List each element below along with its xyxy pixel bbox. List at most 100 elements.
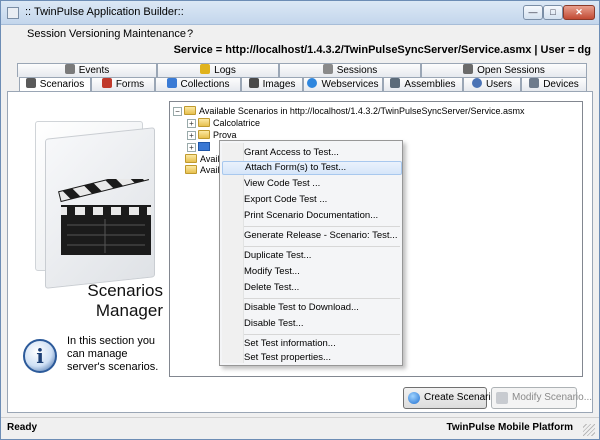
menu-generate-release[interactable]: Generate Release - Scenario: Test... [222,229,402,243]
forms-icon [101,78,112,88]
close-button[interactable]: ✕ [563,5,595,20]
events-icon [64,64,75,74]
folder-icon [184,106,196,115]
tab-label: Scenarios [39,79,85,90]
clapperboard-icon [58,179,151,255]
tab-open-sessions[interactable]: Open Sessions [421,63,587,77]
folder-icon [198,130,210,139]
tree-node-label: Avail [200,154,220,164]
tab-images[interactable]: Images [241,77,303,91]
tree-node-selected[interactable]: + [187,141,210,153]
menu-attach-forms[interactable]: Attach Form(s) to Test... [222,161,402,175]
menu-export-code[interactable]: Export Code Test ... [222,193,402,207]
menu-modify[interactable]: Modify Test... [222,265,402,279]
tab-label: Open Sessions [477,65,545,76]
context-menu: Grant Access to Test... Attach Form(s) t… [219,140,403,366]
tree-node-calcolatrice[interactable]: + Calcolatrice [187,117,260,129]
service-bar: Service = http://localhost/1.4.3.2/TwinP… [1,43,599,59]
menu-disable-download[interactable]: Disable Test to Download... [222,301,402,315]
maximize-button[interactable]: □ [543,5,563,20]
tab-label: Forms [115,79,145,90]
menu-maintenance[interactable]: Maintenance [123,28,186,40]
tree-root[interactable]: − Available Scenarios in http://localhost… [173,105,525,117]
modify-icon [496,392,508,404]
tree-node-label: Prova [213,130,237,140]
folder-icon [185,154,197,163]
devices-icon [529,78,540,88]
tab-scenarios[interactable]: Scenarios [19,77,91,92]
menu-delete[interactable]: Delete Test... [222,281,402,295]
tab-label: Events [78,65,110,76]
tree-node-label: Avail [200,165,220,175]
service-info: Service = http://localhost/1.4.3.2/TwinP… [173,44,591,56]
create-scenario-button[interactable]: Create Scenario... [403,387,505,409]
menu-session[interactable]: Session [27,28,66,40]
menu-view-code[interactable]: View Code Test ... [222,177,402,191]
menu-set-information[interactable]: Set Test information... [222,337,402,351]
resize-grip-icon[interactable] [583,424,595,436]
window-title: :: TwinPulse Application Builder:: [25,6,184,18]
tree-node-available-2[interactable]: Avail [185,164,219,176]
tab-label: Collections [180,79,230,90]
tab-label: Logs [214,65,236,76]
modify-scenario-label: Modify Scenario... [512,392,593,403]
menu-print-documentation[interactable]: Print Scenario Documentation... [222,209,402,223]
tab-label: Assemblies [404,79,456,90]
tab-devices[interactable]: Devices [521,77,587,91]
tab-sessions[interactable]: Sessions [279,63,421,77]
menu-separator [244,334,400,335]
menu-disable[interactable]: Disable Test... [222,317,402,331]
modify-scenario-button[interactable]: Modify Scenario... [491,387,592,409]
info-icon: i [23,339,57,373]
minimize-button[interactable]: — [523,5,543,20]
menu-separator [244,298,400,299]
scenarios-icon [25,78,36,88]
info-description: In this section you can manage server's … [67,335,159,373]
expand-icon[interactable]: + [187,119,196,128]
menu-help[interactable]: ? [187,28,193,40]
open-sessions-icon [463,64,474,74]
tab-forms[interactable]: Forms [91,77,155,91]
webservices-icon [307,78,318,88]
logs-icon [200,64,211,74]
tab-label: Devices [543,79,579,90]
collections-icon [166,78,177,88]
platform-name: TwinPulse Mobile Platform [446,422,574,433]
assemblies-icon [390,78,401,88]
create-icon [408,392,420,404]
menu-grant-access[interactable]: Grant Access to Test... [222,146,402,160]
expand-icon[interactable]: + [187,143,196,152]
tab-users[interactable]: Users [463,77,521,91]
folder-icon [185,165,197,174]
tab-label: Webservices [321,79,379,90]
tab-label: Users [485,79,513,90]
menu-separator [244,226,400,227]
status-bar: Ready TwinPulse Mobile Platform [1,417,599,439]
section-title-line1: Scenarios [87,281,163,300]
tab-events[interactable]: Events [17,63,157,77]
menu-separator [244,246,400,247]
users-icon [471,78,482,88]
title-bar[interactable]: :: TwinPulse Application Builder:: — □ ✕ [1,1,599,25]
tab-webservices[interactable]: Webservices [303,77,383,91]
menu-set-properties[interactable]: Set Test properties... [222,351,402,365]
menu-duplicate[interactable]: Duplicate Test... [222,249,402,263]
sessions-icon [322,64,333,74]
tab-collections[interactable]: Collections [155,77,241,91]
tree-node-label: Calcolatrice [213,118,261,128]
section-title-line2: Manager [95,301,163,320]
collapse-icon[interactable]: − [173,107,182,116]
tab-label: Sessions [336,65,378,76]
expand-icon[interactable]: + [187,131,196,140]
folder-icon [198,118,210,127]
status-text: Ready [7,422,38,433]
section-title: Scenarios Manager [71,281,163,321]
tree-root-label: Available Scenarios in http://localhost/… [199,106,525,116]
menu-versioning[interactable]: Versioning [69,28,120,40]
tab-logs[interactable]: Logs [157,63,279,77]
menu-bar: Session Versioning Maintenance ? [1,25,599,43]
tab-assemblies[interactable]: Assemblies [383,77,463,91]
app-icon [7,7,19,19]
images-icon [248,78,259,88]
app-window: :: TwinPulse Application Builder:: — □ ✕… [0,0,600,440]
